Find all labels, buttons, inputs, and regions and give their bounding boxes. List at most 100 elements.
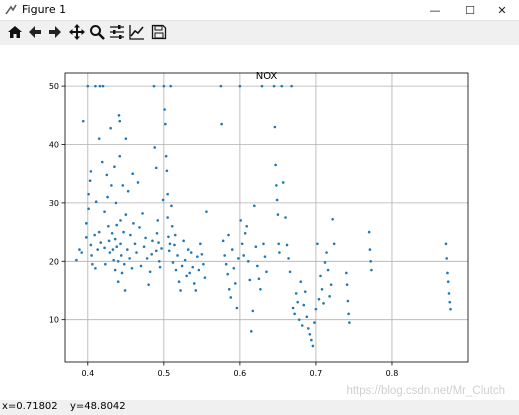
scatter-point xyxy=(147,283,150,286)
scatter-point xyxy=(113,268,117,272)
scatter-point xyxy=(346,299,350,303)
scatter-point xyxy=(220,122,223,126)
scatter-point xyxy=(97,230,101,234)
scatter-point xyxy=(173,243,176,247)
scatter-point xyxy=(119,219,122,222)
scatter-point xyxy=(151,239,154,243)
scatter-point xyxy=(162,84,166,88)
scatter-point xyxy=(93,233,96,237)
zoom-icon[interactable] xyxy=(88,23,106,41)
scatter-point xyxy=(84,222,88,225)
scatter-point xyxy=(171,261,175,264)
scatter-point xyxy=(348,321,351,324)
scatter-point xyxy=(242,254,245,257)
scatter-point xyxy=(246,259,250,263)
scatter-point xyxy=(120,271,124,275)
scatter-point xyxy=(254,245,258,248)
scatter-point xyxy=(326,268,330,272)
y-tick-label: 10 xyxy=(49,316,59,325)
scatter-point xyxy=(189,251,193,254)
scatter-point xyxy=(297,318,301,321)
navigation-toolbar xyxy=(0,21,519,43)
scatter-point xyxy=(99,241,103,244)
scatter-point xyxy=(257,277,261,281)
scatter-point xyxy=(86,84,90,88)
x-tick-label: 0.4 xyxy=(81,369,94,378)
scatter-point xyxy=(103,246,106,250)
scatter-point xyxy=(139,264,143,268)
scatter-point xyxy=(232,266,236,270)
scatter-point xyxy=(80,251,84,254)
close-button[interactable]: ✕ xyxy=(485,0,519,20)
scatter-point xyxy=(219,84,223,88)
scatter-point xyxy=(276,213,280,216)
scatter-point xyxy=(238,84,242,88)
axes-frame xyxy=(64,72,469,363)
figure-canvas[interactable]: 0.4 0.5 0.6 0.7 0.8 10 20 30 40 50 NOX xyxy=(0,45,519,400)
scatter-point xyxy=(100,160,104,164)
scatter-point xyxy=(114,201,118,205)
grid-lines xyxy=(65,73,468,362)
minimize-button[interactable]: — xyxy=(418,0,452,20)
x-tick-label: 0.5 xyxy=(157,369,170,378)
scatter-point xyxy=(248,278,252,282)
scatter-point xyxy=(367,230,371,234)
axis-ticks: 0.4 0.5 0.6 0.7 0.8 10 20 30 40 50 xyxy=(49,82,399,378)
scatter-point xyxy=(150,252,153,256)
scatter-point xyxy=(164,122,167,126)
scatter-point xyxy=(107,239,111,243)
scatter-point xyxy=(132,222,135,225)
scatter-point xyxy=(299,280,303,284)
scatter-point xyxy=(332,242,336,246)
scatter-point xyxy=(446,271,449,275)
scatter-point xyxy=(331,217,334,221)
scatter-point xyxy=(287,257,290,260)
scatter-point xyxy=(275,198,279,202)
scatter-point xyxy=(305,315,309,319)
scatter-point xyxy=(160,247,163,250)
scatter-point xyxy=(290,84,293,88)
scatter-point xyxy=(157,259,161,263)
save-icon[interactable] xyxy=(150,23,168,41)
home-icon[interactable] xyxy=(6,23,24,41)
title-bar: Figure 1 — ☐ ✕ xyxy=(0,0,519,21)
scatter-point xyxy=(145,257,149,260)
scatter-point xyxy=(155,231,159,235)
scatter-point xyxy=(229,296,233,299)
configure-subplots-icon[interactable] xyxy=(108,23,126,41)
scatter-point xyxy=(108,251,112,254)
scatter-point xyxy=(163,108,166,111)
scatter-point xyxy=(203,276,207,279)
pan-icon[interactable] xyxy=(68,23,86,41)
scatter-point xyxy=(126,189,130,193)
scatter-point xyxy=(121,184,125,187)
edit-axis-icon[interactable] xyxy=(128,23,146,41)
scatter-point xyxy=(165,169,169,173)
scatter-point xyxy=(94,266,97,270)
scatter-point xyxy=(180,264,184,268)
scatter-point xyxy=(302,303,306,307)
scatter-point xyxy=(89,243,93,247)
y-tick-label: 30 xyxy=(49,199,59,208)
scatter-point xyxy=(272,84,276,88)
scatter-point xyxy=(164,154,168,158)
scatter-point xyxy=(230,248,234,251)
back-icon[interactable] xyxy=(26,23,44,41)
scatter-point xyxy=(128,257,131,260)
scatter-point xyxy=(226,272,230,276)
scatter-point xyxy=(154,249,158,253)
scatter-point xyxy=(101,84,105,88)
forward-icon[interactable] xyxy=(46,23,64,41)
scatter-point xyxy=(123,289,127,292)
maximize-button[interactable]: ☐ xyxy=(453,0,487,20)
scatter-point xyxy=(314,307,318,311)
scatter-point xyxy=(168,242,172,246)
scatter-point xyxy=(197,268,201,272)
scatter-point xyxy=(221,239,225,243)
scatter-point xyxy=(224,262,228,266)
scatter-point xyxy=(96,248,99,251)
scatter-point xyxy=(109,126,112,130)
scatter-point xyxy=(110,231,114,235)
scatter-point xyxy=(227,288,231,291)
matplotlib-app-icon xyxy=(5,4,17,15)
